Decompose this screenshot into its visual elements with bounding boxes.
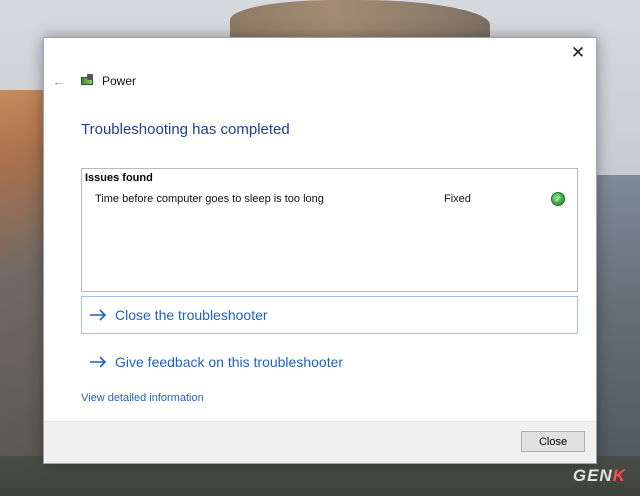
wallpaper-rock-right (590, 175, 640, 496)
close-button[interactable]: Close (521, 431, 585, 452)
back-arrow-icon: ← (52, 73, 66, 89)
issues-header: Issues found (85, 172, 153, 184)
issue-row: Time before computer goes to sleep is to… (82, 191, 577, 209)
view-detailed-information-link[interactable]: View detailed information (81, 392, 204, 404)
arrow-right-icon (89, 356, 107, 368)
watermark-logo: GENK (572, 466, 626, 485)
dialog-footer: Close (44, 421, 596, 463)
back-button[interactable]: ← (51, 73, 67, 89)
page-title: Troubleshooting has completed (81, 121, 290, 138)
issue-description: Time before computer goes to sleep is to… (95, 193, 324, 205)
arrow-right-icon (89, 309, 107, 321)
power-icon (81, 74, 95, 88)
close-troubleshooter-link[interactable]: Close the troubleshooter (81, 296, 578, 334)
give-feedback-link[interactable]: Give feedback on this troubleshooter (81, 343, 578, 381)
issue-status: Fixed (444, 193, 471, 205)
issues-found-panel: Issues found Time before computer goes t… (81, 168, 578, 292)
troubleshooter-dialog: ✕ ← Power Troubleshooting has completed … (43, 37, 597, 464)
header-title: Power (102, 74, 137, 88)
check-icon: ✓ (551, 192, 565, 206)
close-troubleshooter-label: Close the troubleshooter (115, 307, 268, 323)
give-feedback-label: Give feedback on this troubleshooter (115, 354, 344, 370)
close-icon: ✕ (570, 43, 586, 62)
dialog-header: ← Power (51, 71, 136, 91)
window-close-button[interactable]: ✕ (568, 43, 588, 63)
